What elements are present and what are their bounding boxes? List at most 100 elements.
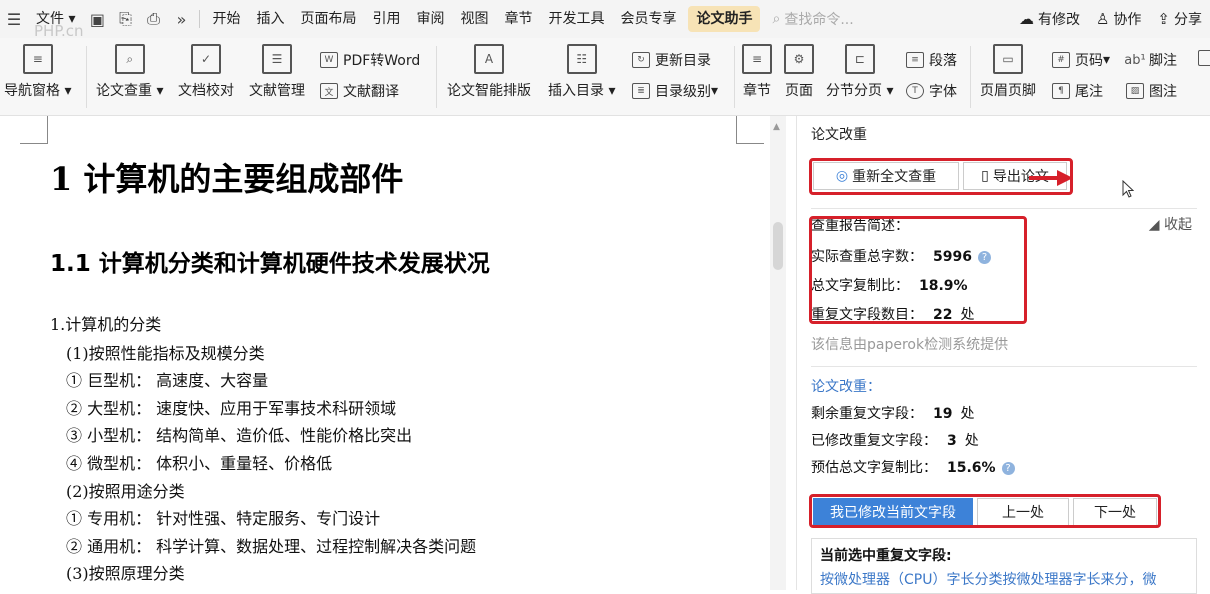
overflow-box-icon — [1198, 50, 1210, 66]
tab-review[interactable]: 审阅 — [408, 0, 452, 38]
modified-label: 已修改重复文字段： — [811, 433, 937, 449]
endnote-button[interactable]: ¶ 尾注 — [1052, 81, 1103, 101]
page-settings-icon: ⚙ — [784, 44, 814, 74]
scroll-thumb[interactable] — [773, 222, 783, 270]
right-tools: ☁ 有修改 ♙ 协作 ⇪ 分享 — [1011, 9, 1210, 29]
smart-layout-button[interactable]: A 论文智能排版 — [447, 38, 531, 100]
tab-section[interactable]: 章节 — [496, 0, 540, 38]
tab-thesis-assistant[interactable]: 论文助手 — [688, 6, 761, 32]
insert-toc-label: 插入目录 ▾ — [548, 83, 616, 99]
doc-line: ① 专用机： 针对性强、特定服务、专门设计 — [66, 509, 381, 528]
doc-line: ③ 小型机： 结构简单、造价低、性能价格比突出 — [66, 426, 413, 445]
header-footer-button[interactable]: ▭ 页眉页脚 — [980, 38, 1036, 100]
overflow-icon[interactable] — [1198, 50, 1210, 66]
ref-manage-label: 文献管理 — [249, 83, 305, 99]
current-segment-text[interactable]: 按微处理器（CPU）字长分类按微处理器字长来分，微 — [820, 569, 1188, 589]
toc-level-icon: ≣ — [632, 83, 650, 99]
chapter-button[interactable]: ≡ 章节 — [742, 38, 772, 100]
document-page[interactable]: 1 计算机的主要组成部件 1.1 计算机分类和计算机硬件技术发展状况 1.计算机… — [0, 116, 770, 590]
proofread-button[interactable]: ✓ 文档校对 — [178, 38, 234, 100]
caption-label: 图注 — [1149, 84, 1177, 100]
share-icon: ⇪ — [1157, 10, 1170, 28]
search-icon: ⌕ — [772, 11, 781, 27]
page-button[interactable]: ⚙ 页面 — [784, 38, 814, 100]
remaining-value: 19 — [933, 406, 953, 422]
caption-button[interactable]: ▨ 图注 — [1126, 81, 1177, 101]
thesis-check-button[interactable]: ⌕ 论文查重 ▾ — [96, 38, 163, 100]
proofread-label: 文档校对 — [178, 83, 234, 99]
nav-pane-button[interactable]: ≡ 导航窗格 ▾ — [4, 38, 71, 100]
current-segment-box[interactable]: 当前选中重复文字段: 按微处理器（CPU）字长分类按微处理器字长来分，微 — [811, 538, 1197, 594]
page-number-button[interactable]: # 页码 ▾ — [1052, 50, 1110, 70]
insert-toc-icon: ☷ — [566, 44, 597, 74]
save-icon[interactable]: ▣ — [83, 0, 111, 38]
modified-value: 3 — [947, 433, 957, 449]
tab-insert[interactable]: 插入 — [248, 0, 292, 38]
collab-button[interactable]: ♙ 协作 — [1088, 9, 1149, 29]
paragraph-label: 段落 — [929, 53, 957, 69]
ref-manage-button[interactable]: ☰ 文献管理 — [249, 38, 305, 100]
update-toc-button[interactable]: ↻ 更新目录 — [632, 50, 711, 70]
chapter-label: 章节 — [743, 83, 771, 99]
command-search[interactable]: ⌕ 查找命令... — [772, 9, 912, 29]
tab-member[interactable]: 会员专享 — [612, 0, 684, 38]
tab-home[interactable]: 开始 — [204, 0, 248, 38]
modified-label: 有修改 — [1037, 12, 1080, 28]
page-number-icon: # — [1052, 52, 1070, 68]
print-icon[interactable]: ⎙ — [139, 0, 167, 38]
caption-icon: ▨ — [1126, 83, 1144, 99]
font-button[interactable]: T 字体 — [906, 81, 957, 101]
section-page-button[interactable]: ⊏ 分节分页 ▾ — [826, 38, 893, 100]
red-arrow-icon — [1029, 170, 1073, 186]
revise-heading: 论文改重： — [811, 379, 881, 395]
collapse-toggle[interactable]: ◢ 收起 — [1149, 214, 1192, 234]
hamburger-menu-icon[interactable]: ☰ — [0, 0, 28, 38]
remaining-unit: 处 — [960, 406, 975, 422]
page-number-label: 页码 — [1075, 53, 1103, 69]
modified-unit: 处 — [964, 433, 979, 449]
pdf-to-word-button[interactable]: W PDF转Word — [320, 50, 420, 70]
section-page-label: 分节分页 ▾ — [826, 83, 894, 99]
heading-2: 1.1 计算机分类和计算机硬件技术发展状况 — [50, 251, 490, 277]
separator — [199, 10, 201, 28]
current-heading: 当前选中重复文字段: — [820, 548, 952, 564]
tab-developer[interactable]: 开发工具 — [540, 0, 612, 38]
doc-line: (3)按照原理分类 — [66, 564, 185, 583]
proofread-icon: ✓ — [191, 44, 221, 74]
thesis-check-label: 论文查重 ▾ — [96, 83, 164, 99]
est-ratio-value: 15.6% — [947, 460, 996, 476]
scroll-up-icon[interactable]: ▲ — [773, 122, 780, 132]
tab-view[interactable]: 视图 — [452, 0, 496, 38]
toc-level-button[interactable]: ≣ 目录级别 ▾ — [632, 81, 718, 101]
template-icon[interactable]: ⎘ — [111, 0, 139, 38]
smart-layout-icon: A — [474, 44, 504, 74]
translate-label: 文献翻译 — [343, 84, 399, 100]
font-icon: T — [906, 83, 924, 99]
footnote-button[interactable]: ab¹ 脚注 — [1124, 50, 1177, 70]
paragraph-button[interactable]: ≡ 段落 — [906, 50, 957, 70]
endnote-icon: ¶ — [1052, 83, 1070, 99]
toc-level-label: 目录级别 — [655, 84, 711, 100]
tab-references[interactable]: 引用 — [364, 0, 408, 38]
section-break-icon: ⊏ — [844, 44, 875, 74]
tab-page-layout[interactable]: 页面布局 — [292, 0, 364, 38]
more-icon[interactable]: » — [167, 0, 195, 38]
nav-pane-icon: ≡ — [22, 44, 53, 74]
share-button[interactable]: ⇪ 分享 — [1149, 9, 1210, 29]
heading-1: 1 计算机的主要组成部件 — [50, 160, 404, 198]
chapter-icon: ≡ — [742, 44, 772, 74]
thesis-check-icon: ⌕ — [114, 44, 145, 74]
collapse-label: 收起 — [1164, 217, 1192, 233]
est-ratio-label: 预估总文字复制比： — [811, 460, 937, 476]
help-icon[interactable]: ? — [1001, 461, 1015, 475]
translate-button[interactable]: 文文献翻译 — [320, 81, 399, 101]
modified-row: 已修改重复文字段： 3 处 — [811, 430, 979, 450]
footnote-label: 脚注 — [1149, 53, 1177, 69]
page-corner-marker — [736, 116, 764, 144]
header-footer-label: 页眉页脚 — [980, 83, 1036, 99]
insert-toc-button[interactable]: ☷ 插入目录 ▾ — [548, 38, 615, 100]
document-scrollbar[interactable]: ▲ — [770, 116, 786, 590]
update-toc-label: 更新目录 — [655, 53, 711, 69]
doc-line: (2)按照用途分类 — [66, 482, 185, 501]
modified-button[interactable]: ☁ 有修改 — [1011, 9, 1088, 29]
